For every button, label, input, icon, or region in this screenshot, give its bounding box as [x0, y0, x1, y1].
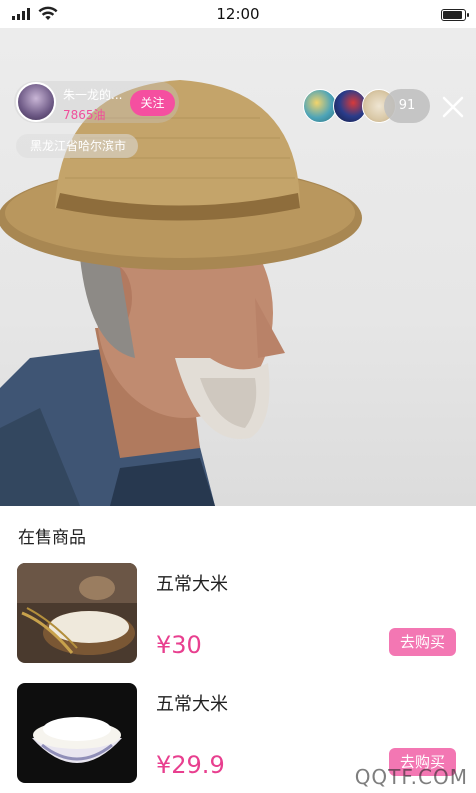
- product-name: 五常大米: [156, 694, 228, 715]
- status-time: 12:00: [216, 5, 260, 23]
- close-icon[interactable]: [438, 92, 468, 122]
- host-name: 朱一龙的...: [63, 88, 123, 102]
- product-item[interactable]: 五常大米 ¥30 去购买: [0, 563, 476, 673]
- viewer-avatar[interactable]: [303, 89, 337, 123]
- watermark: QQTF.COM: [354, 765, 468, 789]
- host-likes: 7865油: [63, 108, 106, 122]
- buy-button[interactable]: 去购买: [389, 628, 456, 656]
- status-bar: 12:00: [0, 0, 476, 28]
- follow-button[interactable]: 关注: [130, 90, 175, 116]
- product-image[interactable]: [17, 683, 137, 783]
- host-avatar[interactable]: [16, 82, 56, 122]
- section-title: 在售商品: [18, 528, 86, 548]
- product-image[interactable]: [17, 563, 137, 663]
- product-price: ¥29.9: [156, 751, 225, 779]
- battery-icon: [441, 9, 469, 21]
- product-name: 五常大米: [156, 574, 228, 595]
- viewer-count[interactable]: 91: [384, 89, 430, 123]
- product-price: ¥30: [156, 631, 202, 659]
- location-label: 黑龙江省哈尔滨市: [16, 134, 139, 158]
